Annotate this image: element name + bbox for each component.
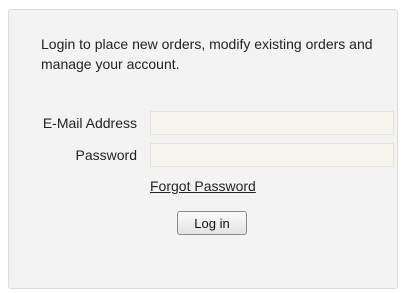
login-intro-text: Login to place new orders, modify existi… [41,36,373,72]
email-field[interactable] [150,111,394,135]
email-label: E-Mail Address [42,115,137,131]
email-row: E-Mail Address [9,111,399,137]
login-button[interactable]: Log in [177,211,247,235]
forgot-password-link[interactable]: Forgot Password [150,178,256,194]
password-row: Password [9,143,399,169]
password-label: Password [75,147,137,163]
password-field[interactable] [150,143,394,167]
login-panel: Login to place new orders, modify existi… [8,9,398,289]
